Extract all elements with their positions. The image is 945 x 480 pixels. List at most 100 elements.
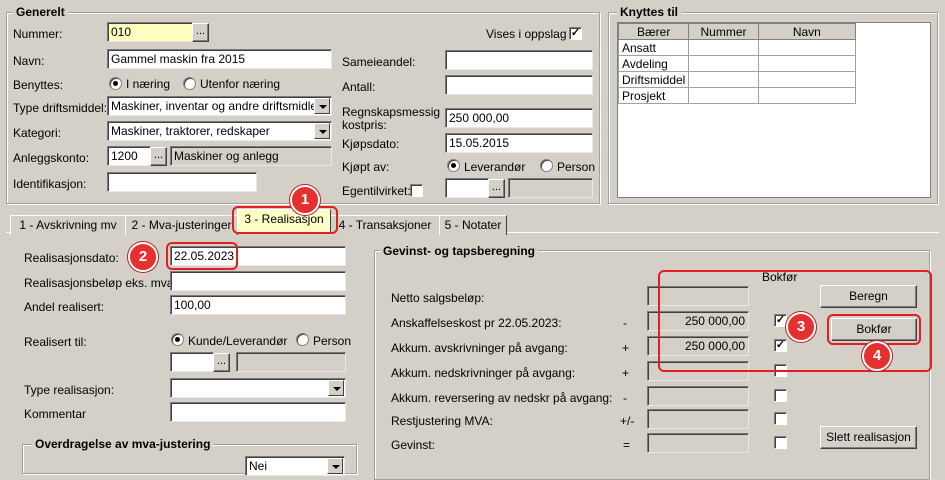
knyttes-row-label: Prosjekt — [617, 87, 690, 104]
akkum-nedskrivninger-label: Akkum. nedskrivninger på avgang: — [391, 366, 576, 380]
knyttes-row-label: Ansatt — [617, 39, 690, 56]
knyttes-cell[interactable] — [688, 71, 759, 88]
akkum-nedskrivninger-bokfor-checkbox[interactable] — [774, 364, 787, 377]
kommentar-input[interactable] — [170, 402, 346, 422]
chevron-down-icon[interactable] — [328, 380, 344, 396]
benyttes-naering-radio[interactable] — [109, 77, 122, 90]
akkum-reversering-value — [647, 386, 749, 406]
generelt-title: Generelt — [13, 5, 68, 19]
type-driftsmiddel-select[interactable]: Maskiner, inventar og andre driftsmidler — [107, 96, 332, 116]
tab-notater[interactable]: 5 - Notater — [439, 215, 507, 235]
akkum-reversering-label: Akkum. reversering av nedskr på avgang: — [391, 391, 613, 405]
egentilvirket-checkbox[interactable] — [410, 184, 423, 197]
navn-label: Navn: — [13, 54, 45, 68]
slett-realisasjon-button[interactable]: Slett realisasjon — [820, 426, 917, 449]
egentilvirket-lookup-button[interactable]: ... — [488, 179, 505, 198]
realisert-til-name — [236, 352, 346, 372]
vises-checkbox[interactable]: ✓ — [569, 27, 582, 40]
type-realisasjon-label: Type realisasjon: — [24, 383, 115, 397]
antall-label: Antall: — [342, 80, 376, 94]
knyttes-cell[interactable] — [757, 39, 857, 56]
type-realisasjon-select[interactable] — [170, 378, 346, 398]
anleggskonto-lookup-button[interactable]: ... — [150, 147, 167, 166]
tab-transaksjoner[interactable]: 4 - Transaksjoner — [330, 215, 440, 235]
overdragelse-title: Overdragelse av mva-justering — [32, 437, 214, 451]
table-row[interactable]: Ansatt — [617, 39, 857, 56]
bokfor-button-label: Bokfør — [856, 322, 892, 336]
akkum-avskrivninger-bokfor-checkbox[interactable]: ✓ — [774, 339, 787, 352]
benyttes-utenfor-label: Utenfor næring — [200, 77, 281, 91]
egentilvirket-label: Egentilvirket: — [342, 184, 411, 198]
chevron-down-icon[interactable] — [314, 123, 330, 139]
kategori-select[interactable]: Maskiner, traktorer, redskaper — [107, 121, 332, 141]
realisert-kunde-label: Kunde/Leverandør — [188, 334, 288, 348]
tab-mva-justeringer[interactable]: 2 - Mva-justeringer — [125, 215, 238, 235]
andel-realisert-label: Andel realisert: — [24, 300, 105, 314]
knyttes-cell[interactable] — [757, 55, 857, 72]
knyttes-cell[interactable] — [688, 87, 759, 104]
gevinst-sign: = — [623, 438, 631, 452]
table-row[interactable]: Avdeling — [617, 55, 857, 72]
step-marker-3: 3 — [786, 312, 816, 342]
egentilvirket-input[interactable] — [445, 178, 489, 198]
kjopsdato-input[interactable]: 15.05.2015 — [445, 133, 593, 153]
kostpris-input[interactable]: 250 000,00 — [445, 108, 593, 128]
knyttes-header-baerer: Bærer — [617, 23, 690, 40]
type-driftsmiddel-value: Maskiner, inventar og andre driftsmidler — [111, 99, 322, 113]
step-marker-4: 4 — [862, 341, 892, 371]
nummer-input[interactable]: 010 — [107, 22, 193, 42]
realisert-kunde-radio[interactable] — [171, 333, 184, 346]
table-row[interactable]: Prosjekt — [617, 87, 857, 104]
benyttes-naering-label: I næring — [126, 77, 171, 91]
knyttes-cell[interactable] — [757, 87, 857, 104]
restjustering-mva-sign: +/- — [620, 414, 635, 428]
identifikasjon-input[interactable] — [107, 172, 257, 192]
identifikasjon-label: Identifikasjon: — [13, 177, 87, 191]
kjopt-person-radio[interactable] — [540, 159, 553, 172]
table-row[interactable]: Driftsmiddel — [617, 71, 857, 88]
antall-input[interactable] — [445, 75, 593, 95]
tab-realisasjon[interactable]: 3 - Realisasjon — [237, 209, 331, 232]
knyttes-row-label: Driftsmiddel — [617, 71, 690, 88]
realisert-person-radio[interactable] — [296, 333, 309, 346]
beregn-button[interactable]: Beregn — [820, 285, 917, 308]
kjopsdato-label: Kjøpsdato: — [342, 137, 400, 151]
gevinst-label: Gevinst: — [391, 438, 436, 452]
anskaffelseskost-label: Anskaffelseskost pr 22.05.2023: — [391, 316, 562, 330]
netto-salgsbelop-label: Netto salgsbeløp: — [391, 291, 485, 305]
knyttes-cell[interactable] — [688, 39, 759, 56]
tab-avskrivning[interactable]: 1 - Avskrivning mv — [10, 215, 126, 235]
gevinst-bokfor-checkbox[interactable] — [774, 436, 787, 449]
knyttes-cell[interactable] — [688, 55, 759, 72]
realisert-til-lookup-button[interactable]: ... — [213, 353, 230, 372]
navn-input[interactable]: Gammel maskin fra 2015 — [107, 49, 332, 69]
realisasjonsdato-input[interactable]: 22.05.2023 — [170, 246, 346, 266]
overdragelse-select[interactable]: Nei — [245, 456, 345, 476]
realisasjonsdato-label: Realisasjonsdato: — [24, 251, 119, 265]
kjopt-leverandor-radio[interactable] — [447, 159, 460, 172]
realisert-til-label: Realisert til: — [24, 335, 87, 349]
kategori-value: Maskiner, traktorer, redskaper — [111, 124, 270, 138]
akkum-reversering-bokfor-checkbox[interactable] — [774, 389, 787, 402]
chevron-down-icon[interactable] — [327, 458, 343, 474]
kategori-label: Kategori: — [13, 126, 62, 140]
anleggskonto-name: Maskiner og anlegg — [170, 146, 332, 166]
restjustering-mva-value — [647, 409, 749, 429]
andel-realisert-input[interactable]: 100,00 — [170, 295, 346, 315]
nummer-lookup-button[interactable]: ... — [192, 23, 209, 42]
restjustering-mva-bokfor-checkbox[interactable] — [774, 412, 787, 425]
benyttes-utenfor-radio[interactable] — [183, 77, 196, 90]
realisasjonsbelop-input[interactable] — [170, 271, 346, 291]
akkum-avskrivninger-label: Akkum. avskrivninger på avgang: — [391, 341, 568, 355]
bokfor-button[interactable]: Bokfør — [831, 318, 917, 341]
knyttes-cell[interactable] — [757, 71, 857, 88]
beregn-button-label: Beregn — [849, 289, 888, 303]
realisert-til-input[interactable] — [170, 352, 214, 372]
overdragelse-value: Nei — [249, 459, 268, 473]
anleggskonto-input[interactable]: 1200 — [107, 146, 151, 166]
gevinst-title: Gevinst- og tapsberegning — [380, 244, 539, 258]
sameieandel-input[interactable] — [445, 50, 593, 70]
anleggskonto-label: Anleggskonto: — [13, 151, 90, 165]
sameieandel-label: Sameieandel: — [342, 55, 416, 69]
chevron-down-icon[interactable] — [314, 98, 330, 114]
